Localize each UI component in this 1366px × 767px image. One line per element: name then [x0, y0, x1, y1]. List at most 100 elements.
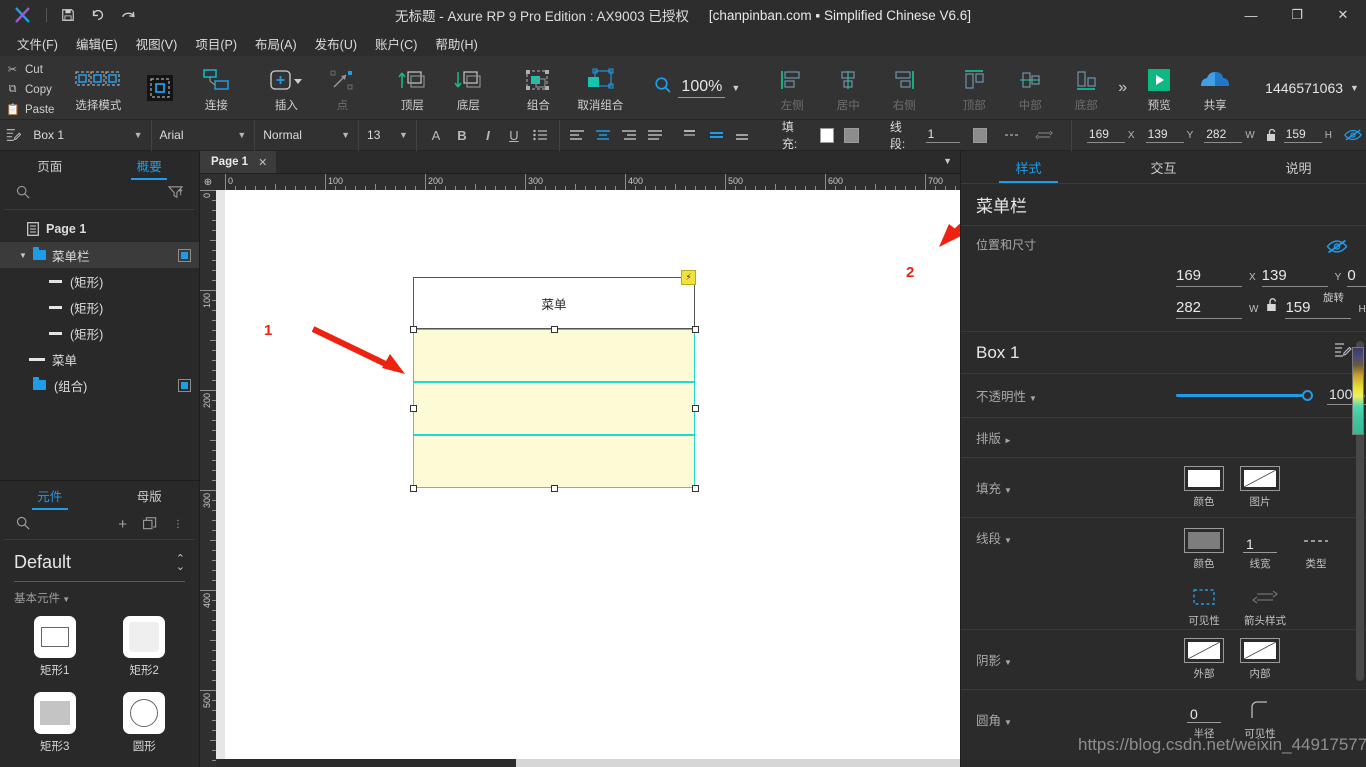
- fill-color-button[interactable]: 颜色: [1176, 466, 1232, 509]
- connect-button[interactable]: 连接: [188, 56, 244, 119]
- vertical-ruler[interactable]: 0 100 200 300 400 500: [200, 190, 216, 767]
- opacity-slider-track[interactable]: [1176, 394, 1306, 397]
- group-button[interactable]: 组合: [510, 56, 566, 119]
- align-top-button[interactable]: 顶部: [946, 56, 1002, 119]
- canvas-widget-row-3[interactable]: [413, 435, 695, 488]
- edit-style-icon[interactable]: [1334, 341, 1352, 364]
- save-icon[interactable]: [53, 0, 83, 30]
- align-center-button[interactable]: 居中: [820, 56, 876, 119]
- tree-item-group[interactable]: (组合): [0, 372, 199, 398]
- chevron-down-icon[interactable]: ▼: [943, 156, 952, 166]
- horizontal-ruler[interactable]: 0 100 200 300 400 500 600 700: [200, 174, 960, 190]
- tree-item-menubar[interactable]: ▼ 菜单栏: [0, 242, 199, 268]
- widget-name-select[interactable]: Box 1 ▼: [25, 120, 150, 151]
- tree-item-rect-3[interactable]: (矩形): [0, 320, 199, 346]
- rotation-value[interactable]: 0: [1347, 267, 1366, 287]
- h-input[interactable]: 159: [1283, 127, 1322, 143]
- widget-rect1[interactable]: 矩形1: [10, 610, 100, 686]
- line-visibility-button[interactable]: 可见性: [1176, 585, 1232, 628]
- fill-image-button[interactable]: 图片: [1232, 466, 1288, 509]
- align-middle-button[interactable]: 中部: [1002, 56, 1058, 119]
- y-input[interactable]: 139: [1145, 127, 1184, 143]
- tab-pages[interactable]: 页面: [0, 151, 100, 180]
- opacity-slider[interactable]: [1176, 390, 1313, 401]
- chevron-down-icon[interactable]: ▼: [1350, 83, 1359, 93]
- design-canvas[interactable]: 菜单 ⚡: [216, 190, 960, 767]
- redo-icon[interactable]: [113, 0, 143, 30]
- x-value[interactable]: 169: [1176, 267, 1242, 287]
- line-type-icon[interactable]: [1000, 120, 1025, 151]
- eye-slash-icon[interactable]: [1340, 120, 1366, 151]
- group-badge-icon[interactable]: [178, 248, 191, 262]
- menu-file[interactable]: 文件(F): [8, 31, 67, 56]
- canvas-hscroll-thumb[interactable]: [216, 759, 516, 767]
- y-field[interactable]: 139 Y: [1261, 267, 1341, 287]
- menu-project[interactable]: 项目(P): [186, 31, 246, 56]
- cut-button[interactable]: ✂ Cut: [6, 61, 54, 79]
- tab-outline[interactable]: 概要: [100, 151, 200, 180]
- close-button[interactable]: ✕: [1320, 0, 1366, 30]
- x-field[interactable]: 169 X: [1176, 267, 1256, 287]
- line-width-field[interactable]: 1 线宽: [1232, 528, 1288, 571]
- w-value[interactable]: 282: [1176, 299, 1242, 319]
- menu-account[interactable]: 账户(C): [366, 31, 426, 56]
- eye-slash-icon[interactable]: [1326, 238, 1348, 260]
- canvas-widget-menu-box[interactable]: 菜单: [413, 277, 695, 329]
- group-badge-icon[interactable]: [178, 378, 191, 392]
- arrow-style-button[interactable]: 箭头样式: [1232, 585, 1298, 628]
- tab-masters[interactable]: 母版: [100, 481, 200, 510]
- copy-icon[interactable]: [143, 516, 157, 533]
- opacity-label[interactable]: 不透明性 ▼: [976, 386, 1176, 405]
- resize-handle-w[interactable]: [410, 405, 417, 412]
- w-field[interactable]: 282 W: [1176, 299, 1258, 319]
- line-width-value[interactable]: 1: [1243, 536, 1277, 553]
- widget-circle[interactable]: 圆形: [100, 686, 190, 762]
- resize-handle-n[interactable]: [551, 326, 558, 333]
- corner-radius-value[interactable]: 0: [1187, 706, 1221, 723]
- zoom-value[interactable]: 100%: [678, 78, 726, 98]
- unlock-icon[interactable]: [1266, 297, 1279, 317]
- typography-row[interactable]: 排版 ►: [961, 418, 1366, 458]
- bold-icon[interactable]: B: [449, 120, 475, 151]
- y-value[interactable]: 139: [1261, 267, 1328, 287]
- resize-handle-se[interactable]: [692, 485, 699, 492]
- line-width-input[interactable]: 1: [925, 127, 960, 143]
- shadow-label[interactable]: 阴影 ▼: [976, 650, 1176, 669]
- interaction-bolt-icon[interactable]: ⚡: [681, 270, 696, 285]
- fill-label[interactable]: 填充 ▼: [976, 478, 1176, 497]
- filter-icon[interactable]: [167, 185, 184, 204]
- canvas-widget-row-1[interactable]: [413, 329, 695, 382]
- search-icon[interactable]: [16, 516, 30, 533]
- resize-handle-s[interactable]: [551, 485, 558, 492]
- more-vertical-icon[interactable]: ⋮: [173, 519, 183, 529]
- underline-icon[interactable]: U: [501, 120, 527, 151]
- valign-bottom-icon[interactable]: [730, 120, 756, 151]
- resize-handle-e[interactable]: [692, 405, 699, 412]
- align-left-button[interactable]: 左侧: [764, 56, 820, 119]
- align-text-left-icon[interactable]: [564, 120, 590, 151]
- tree-item-rect-1[interactable]: (矩形): [0, 268, 199, 294]
- close-icon[interactable]: ✕: [258, 156, 267, 169]
- ruler-origin-icon[interactable]: ⊕: [200, 174, 216, 190]
- canvas-hscrollbar[interactable]: [216, 759, 960, 767]
- page-surface[interactable]: 菜单 ⚡: [225, 190, 960, 767]
- menu-publish[interactable]: 发布(U): [306, 31, 366, 56]
- x-input[interactable]: 169: [1086, 127, 1125, 143]
- toolbar-overflow-button[interactable]: »: [1118, 56, 1127, 119]
- chevron-down-icon[interactable]: ▼: [731, 83, 740, 93]
- tab-style[interactable]: 样式: [961, 151, 1096, 183]
- tab-notes[interactable]: 说明: [1231, 151, 1366, 183]
- account-menu[interactable]: 1446571063 ▼: [1253, 56, 1366, 119]
- preview-button[interactable]: 预览: [1131, 56, 1187, 119]
- copy-button[interactable]: ⧉ Copy: [6, 81, 54, 99]
- widget-category-header[interactable]: 基本元件 ▼: [0, 582, 199, 608]
- align-bottom-button[interactable]: 底部: [1058, 56, 1114, 119]
- widget-library-select[interactable]: Default ⌃ ⌄: [14, 544, 185, 582]
- share-button[interactable]: 共享: [1187, 56, 1243, 119]
- tree-item-page1[interactable]: Page 1: [0, 216, 199, 242]
- line-color-button[interactable]: 颜色: [1176, 528, 1232, 571]
- inner-shadow-button[interactable]: 内部: [1232, 638, 1288, 681]
- widget-style-icon[interactable]: [0, 120, 25, 151]
- valign-middle-icon[interactable]: [704, 120, 730, 151]
- tree-item-menu[interactable]: 菜单: [0, 346, 199, 372]
